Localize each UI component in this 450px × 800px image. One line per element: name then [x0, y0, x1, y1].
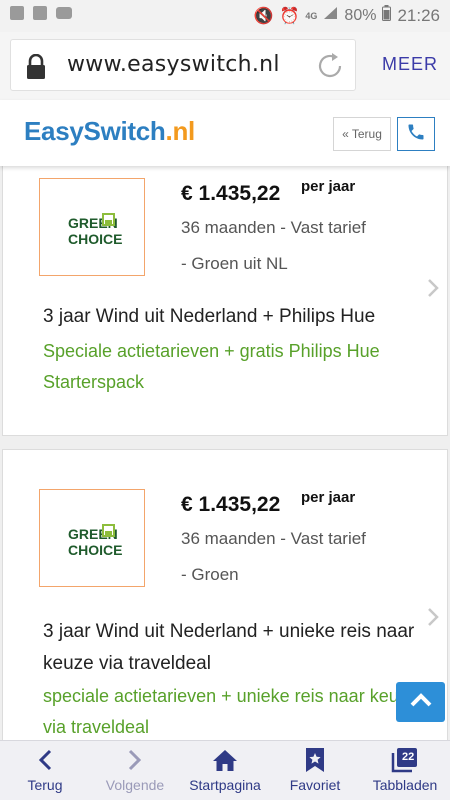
energy-type: - Groen uit NL: [181, 254, 288, 273]
notification-icons: [10, 6, 72, 20]
browser-toolbar: www.easyswitch.nl MEER: [0, 32, 450, 100]
site-logo[interactable]: EasySwitch.nl: [24, 116, 195, 147]
offer-price: € 1.435,22: [181, 493, 281, 516]
chevron-right-icon: [426, 277, 440, 299]
offer-promo: Speciale actietarieven + gratis Philips …: [43, 341, 380, 392]
bookmark-star-icon: [305, 746, 325, 774]
alarm-icon: ⏰: [279, 7, 300, 25]
provider-logo-mark: [102, 213, 115, 226]
notification-app-icon: [10, 6, 24, 20]
tab-count-badge: 22: [402, 751, 415, 763]
network-label: 4G: [305, 10, 318, 21]
logo-domain: .nl: [165, 116, 196, 146]
status-bar: 🔇 ⏰ 4G 80% 21:26: [0, 0, 450, 32]
tabs-icon: 22: [391, 746, 419, 774]
phone-screen: 🔇 ⏰ 4G 80% 21:26 www.easyswitch.nl MEER: [0, 0, 450, 800]
video-notification-icon: [56, 7, 72, 19]
back-arrow-icon: [36, 746, 54, 774]
provider-logo-line2: CHOICE: [68, 542, 123, 558]
nav-tabs-label: Tabbladen: [372, 777, 438, 793]
nav-forward-label: Volgende: [105, 777, 165, 793]
call-button[interactable]: [397, 117, 435, 151]
reload-icon[interactable]: [315, 51, 345, 86]
nav-home[interactable]: Startpagina: [180, 741, 270, 800]
chevron-up-icon: [409, 692, 433, 713]
provider-logo: GREEN CHOICE: [39, 178, 145, 276]
battery-icon: [382, 5, 392, 26]
provider-logo-line2: CHOICE: [68, 231, 123, 247]
back-button[interactable]: « Terug: [333, 117, 391, 151]
clock: 21:26: [397, 5, 440, 25]
browser-bottom-nav: Terug Volgende Startpagina Favoriet 22 T…: [0, 740, 450, 800]
address-bar[interactable]: www.easyswitch.nl: [10, 39, 356, 91]
logo-text: EasySwitch: [24, 116, 166, 146]
nav-tabs[interactable]: 22 Tabbladen: [360, 741, 450, 800]
price-unit: per jaar: [301, 178, 356, 195]
home-icon: [212, 746, 238, 774]
offer-title: 3 jaar Wind uit Nederland + Philips Hue: [43, 306, 376, 327]
site-header: EasySwitch.nl « Terug: [0, 100, 450, 166]
nav-home-label: Startpagina: [189, 777, 261, 793]
battery-percent: 80%: [344, 6, 377, 24]
mute-icon: 🔇: [253, 7, 274, 25]
nav-back-label: Terug: [27, 777, 63, 793]
image-notification-icon: [33, 6, 47, 20]
system-indicators: 🔇 ⏰ 4G 80% 21:26: [254, 5, 440, 26]
nav-back[interactable]: Terug: [0, 741, 90, 800]
nav-favorite[interactable]: Favoriet: [270, 741, 360, 800]
nav-favorite-label: Favoriet: [289, 777, 341, 793]
offer-title: 3 jaar Wind uit Nederland + unieke reis …: [43, 621, 415, 674]
energy-type: - Groen: [181, 565, 239, 584]
nav-forward[interactable]: Volgende: [90, 741, 180, 800]
offer-card[interactable]: GREEN CHOICE € 1.435,22 per jaar 36 maand…: [2, 449, 448, 749]
offer-price: € 1.435,22: [181, 182, 281, 205]
lock-icon: [25, 53, 47, 85]
url-text[interactable]: www.easyswitch.nl: [67, 52, 280, 77]
contract-duration: 36 maanden - Vast tarief: [181, 218, 366, 237]
contract-duration: 36 maanden - Vast tarief: [181, 529, 366, 548]
more-menu-button[interactable]: MEER: [382, 54, 438, 75]
offer-card[interactable]: GREEN CHOICE € 1.435,22 per jaar 36 maand…: [2, 160, 448, 436]
offer-promo: speciale actietarieven + unieke reis naa…: [43, 686, 418, 737]
signal-icon: [323, 6, 338, 25]
provider-logo-mark: [102, 524, 115, 537]
price-unit: per jaar: [301, 489, 356, 506]
provider-logo: GREEN CHOICE: [39, 489, 145, 587]
scroll-to-top-button[interactable]: [396, 682, 445, 722]
forward-arrow-icon: [126, 746, 144, 774]
phone-icon: [406, 122, 426, 147]
